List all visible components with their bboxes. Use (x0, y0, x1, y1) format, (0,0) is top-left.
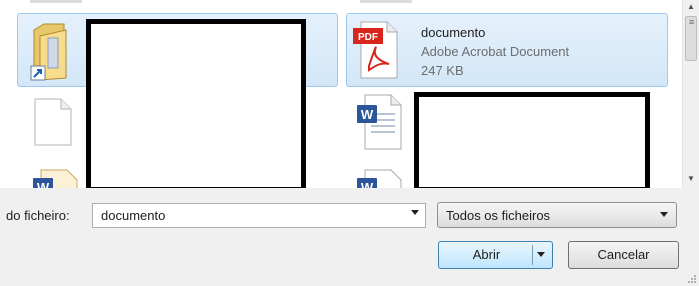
redaction-box (414, 92, 650, 188)
open-button-label: Abrir (472, 247, 501, 262)
redaction-box (86, 19, 306, 188)
word-document-icon: W (357, 169, 402, 188)
divider (360, 0, 412, 3)
grip-icon: ≡ (689, 17, 694, 27)
dropdown-arrow-icon[interactable] (660, 212, 668, 217)
scroll-down-arrow-icon[interactable]: ▼ (687, 174, 695, 183)
word-document-icon: W (357, 94, 402, 150)
filename-label: do ficheiro: (6, 208, 70, 223)
word-document-icon: W (33, 169, 78, 188)
open-button[interactable]: Abrir (438, 241, 553, 269)
dropdown-arrow-icon[interactable] (411, 210, 419, 215)
cancel-button[interactable]: Cancelar (568, 241, 679, 269)
svg-text:W: W (361, 107, 374, 122)
pdf-file-icon: PDF (353, 21, 398, 79)
svg-text:W: W (37, 180, 50, 188)
folder-shortcut-icon (30, 23, 67, 81)
file-type-value: Todos os ficheiros (446, 208, 551, 223)
open-options-arrow-icon[interactable] (537, 252, 545, 257)
split-divider (532, 245, 533, 265)
file-type: Adobe Acrobat Document (421, 44, 570, 59)
file-item-pdf[interactable]: PDF documento Adobe Acrobat Document 247… (346, 13, 668, 87)
file-type-select[interactable]: Todos os ficheiros (437, 202, 677, 228)
scrollbar-thumb[interactable]: ≡ (685, 16, 697, 61)
file-list[interactable]: PDF documento Adobe Acrobat Document 247… (0, 0, 682, 188)
resize-grip-icon[interactable] (687, 274, 697, 284)
vertical-scrollbar[interactable]: ▲ ≡ ▼ (682, 0, 699, 188)
blank-file-icon (34, 98, 72, 146)
divider (30, 0, 82, 3)
svg-text:PDF: PDF (358, 32, 378, 43)
file-size: 247 KB (421, 63, 464, 78)
svg-text:W: W (361, 180, 374, 188)
file-name: documento (421, 25, 486, 40)
filename-value[interactable]: documento (101, 208, 165, 223)
filename-combobox[interactable]: documento (92, 203, 426, 228)
scroll-up-arrow-icon[interactable]: ▲ (687, 2, 695, 11)
